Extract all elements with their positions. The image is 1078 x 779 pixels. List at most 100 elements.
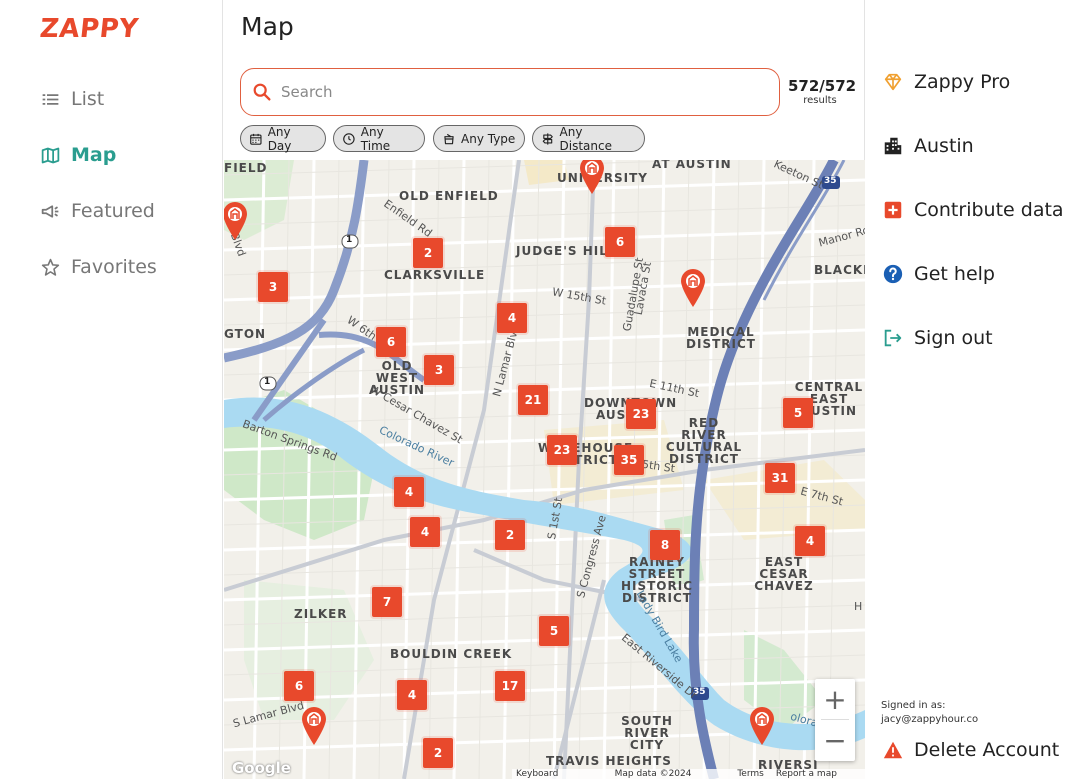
results-label: results — [803, 95, 837, 106]
nav-item-label: Map — [71, 144, 117, 166]
list-icon — [42, 93, 59, 105]
zappy-pro-link[interactable]: Zappy Pro — [882, 71, 1010, 93]
chip-label: Any Type — [461, 131, 516, 146]
map-cluster[interactable]: 2 — [423, 738, 453, 768]
nav-item-list[interactable]: List — [40, 88, 104, 110]
keyboard-shortcuts-link[interactable]: Keyboard shortcuts — [516, 769, 603, 779]
map-label: OLD ENFIELD — [399, 189, 499, 203]
map-attribution: Keyboard shortcuts Map data ©2024 Google… — [512, 769, 865, 779]
zappy-logo[interactable]: ZAPPY — [38, 14, 140, 44]
search-icon — [253, 83, 271, 101]
chip-label: Any Distance — [559, 124, 612, 153]
venue-pin-icon[interactable] — [578, 160, 606, 194]
terms-link[interactable]: Terms — [737, 769, 764, 779]
map-cluster[interactable]: 6 — [605, 227, 635, 257]
nav-item-label: List — [71, 88, 105, 110]
calendar-icon — [250, 133, 262, 145]
sign-out-label: Sign out — [914, 327, 993, 349]
city-selector[interactable]: Austin — [882, 135, 974, 157]
map-cluster[interactable]: 6 — [376, 327, 406, 357]
sign-out-link[interactable]: Sign out — [882, 327, 993, 349]
map-label: SOUTH RIVER CITY — [621, 714, 673, 752]
zappy-pro-label: Zappy Pro — [914, 71, 1011, 93]
map-label: BOULDIN CREEK — [390, 647, 513, 661]
map-canvas[interactable]: 1 1 35 35 OLD ENFIELD CLARKSVILLE JUDGE'… — [224, 160, 865, 779]
map-cluster[interactable]: 6 — [284, 671, 314, 701]
map-label: ZILKER — [294, 607, 348, 621]
report-error-link[interactable]: Report a map error — [776, 769, 861, 779]
app-window: ZAPPY List Map Featured Favorites Map 57… — [0, 0, 1078, 779]
highway-shield: 1 — [346, 235, 353, 245]
filter-time-chip[interactable]: Any Time — [333, 124, 425, 153]
map-label: RED RIVER CULTURAL DISTRICT — [665, 416, 743, 466]
search-input[interactable] — [281, 83, 751, 101]
user-email: jacy@zappyhour.co — [881, 714, 979, 725]
nav-item-label: Favorites — [71, 256, 157, 278]
contribute-data-link[interactable]: Contribute data — [882, 199, 1064, 221]
results-count: 572/572 — [788, 77, 857, 95]
map-label: RAINEY STREET HISTORIC DISTRICT — [620, 555, 694, 605]
map-cluster[interactable]: 7 — [372, 587, 402, 617]
main-panel: Map 572/572 results Any Day Any Time Any… — [224, 0, 865, 779]
map-label: MEDICAL DISTRICT — [686, 325, 756, 351]
zoom-in-button[interactable]: + — [815, 679, 855, 719]
left-sidebar: ZAPPY List Map Featured Favorites — [0, 0, 223, 779]
sign-out-icon — [884, 329, 902, 347]
map-cluster[interactable]: 4 — [795, 526, 825, 556]
map-label: EAST CESAR CHAVEZ — [754, 555, 814, 593]
map-icon — [41, 147, 60, 163]
map-label: CLARKSVILLE — [384, 268, 486, 282]
filter-type-chip[interactable]: Any Type — [433, 125, 525, 152]
search-box[interactable] — [240, 68, 780, 116]
map-cluster[interactable]: 23 — [547, 435, 577, 465]
venue-pin-icon[interactable] — [748, 705, 776, 745]
map-label: GTON — [224, 327, 267, 341]
map-cluster[interactable]: 8 — [650, 530, 680, 560]
map-cluster[interactable]: 4 — [410, 517, 440, 547]
map-cluster[interactable]: 31 — [765, 463, 795, 493]
signed-in-label: Signed in as: — [881, 700, 946, 711]
venue-pin-icon[interactable] — [679, 267, 707, 307]
map-label: AT AUSTIN — [652, 160, 732, 171]
map-cluster[interactable]: 4 — [497, 303, 527, 333]
map-cluster[interactable]: 17 — [495, 671, 525, 701]
filter-day-chip[interactable]: Any Day — [240, 125, 326, 153]
get-help-label: Get help — [914, 263, 995, 285]
delete-account-button[interactable]: Delete Account — [882, 739, 1059, 761]
chip-label: Any Time — [360, 124, 391, 153]
map-cluster[interactable]: 4 — [394, 477, 424, 507]
filter-distance-chip[interactable]: Any Distance — [532, 124, 645, 153]
nav-item-map[interactable]: Map — [40, 144, 116, 166]
map-cluster[interactable]: 2 — [495, 520, 525, 550]
map-cluster[interactable]: 5 — [783, 398, 813, 428]
nav-item-label: Featured — [71, 200, 155, 222]
drink-icon — [444, 133, 454, 144]
map-label: BLACKL — [814, 263, 865, 277]
google-logo[interactable]: Google — [232, 759, 291, 777]
megaphone-icon — [41, 204, 59, 218]
map-cluster[interactable]: 23 — [626, 399, 656, 429]
map-cluster[interactable]: 3 — [258, 272, 288, 302]
diamond-icon — [884, 73, 902, 91]
map-data-text: Map data ©2024 Google — [614, 769, 692, 779]
right-sidebar: Zappy Pro Austin Contribute data Get hel… — [866, 0, 1078, 779]
page-title: Map — [241, 12, 294, 41]
map-cluster[interactable]: 3 — [424, 355, 454, 385]
map-label: TRAVIS HEIGHTS — [546, 754, 672, 768]
zoom-out-button[interactable]: − — [815, 720, 855, 760]
map-cluster[interactable]: 35 — [614, 445, 644, 475]
venue-pin-icon[interactable] — [300, 705, 328, 745]
map-cluster[interactable]: 4 — [397, 680, 427, 710]
contribute-data-label: Contribute data — [914, 199, 1064, 221]
map-cluster[interactable]: 21 — [518, 385, 548, 415]
map-cluster[interactable]: 5 — [539, 616, 569, 646]
nav-item-favorites[interactable]: Favorites — [40, 256, 157, 278]
venue-pin-icon[interactable] — [224, 200, 249, 240]
map-label: JUDGE'S HILL — [516, 244, 617, 258]
highway-shield: 1 — [264, 377, 271, 387]
get-help-link[interactable]: Get help — [882, 263, 995, 285]
star-icon — [41, 258, 60, 276]
map-cluster[interactable]: 2 — [413, 238, 443, 268]
nav-item-featured[interactable]: Featured — [40, 200, 155, 222]
city-icon — [884, 137, 902, 155]
